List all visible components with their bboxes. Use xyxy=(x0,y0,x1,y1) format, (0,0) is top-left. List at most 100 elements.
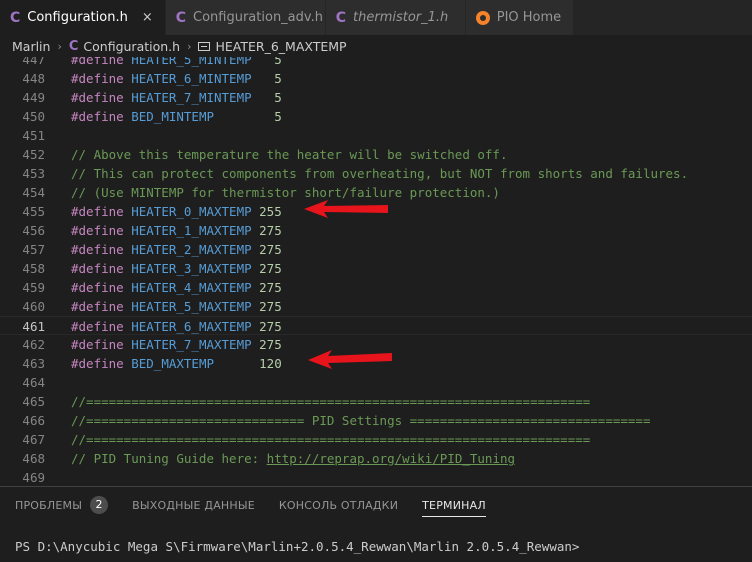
panel-tab-label: ТЕРМИНАЛ xyxy=(422,498,486,512)
breadcrumb-folder[interactable]: Marlin xyxy=(12,39,50,54)
code-token: HEATER_0_MAXTEMP xyxy=(123,204,252,219)
code-token: #define xyxy=(71,71,124,86)
panel-tab-3[interactable]: ТЕРМИНАЛ xyxy=(422,487,486,523)
code-line[interactable]: 458 #define HEATER_3_MAXTEMP 275 xyxy=(0,259,752,278)
code-line[interactable]: 452 // Above this temperature the heater … xyxy=(0,145,752,164)
tab-1[interactable]: C Configuration_adv.h xyxy=(165,0,326,35)
code-line[interactable]: 457 #define HEATER_2_MAXTEMP 275 xyxy=(0,240,752,259)
line-number: 467 xyxy=(22,432,45,447)
tab-3[interactable]: PIO Home xyxy=(465,0,575,35)
code-token: #define xyxy=(71,223,124,238)
tab-label: Configuration.h xyxy=(27,10,128,25)
code-token: //======================================… xyxy=(71,432,591,447)
c-file-icon: C xyxy=(68,38,79,54)
code-token: // This can protect components from over… xyxy=(71,166,689,181)
code-token: #define xyxy=(71,242,124,257)
line-number: 449 xyxy=(22,90,45,105)
code-token: BED_MINTEMP xyxy=(123,109,214,124)
code-token: HEATER_4_MAXTEMP xyxy=(123,280,252,295)
line-number: 455 xyxy=(22,204,45,219)
code-token: //============================= PID Sett… xyxy=(71,413,651,428)
code-text: //============================= PID Sett… xyxy=(71,411,650,430)
code-token: BED_MAXTEMP xyxy=(123,356,214,371)
code-token: #define xyxy=(71,204,124,219)
tab-label: Configuration_adv.h xyxy=(193,10,323,25)
code-editor[interactable]: 469 468 // PID Tuning Guide here: http://r… xyxy=(0,57,752,486)
code-token: 275 xyxy=(251,319,282,334)
c-file-icon: C xyxy=(10,9,21,26)
code-line[interactable]: 461 #define HEATER_6_MAXTEMP 275 xyxy=(0,316,752,335)
code-token: HEATER_5_MINTEMP xyxy=(123,57,252,67)
code-token: // (Use MINTEMP for thermistor short/fai… xyxy=(71,185,500,200)
line-number: 468 xyxy=(22,451,45,466)
code-token: 5 xyxy=(214,109,282,124)
code-token: HEATER_1_MAXTEMP xyxy=(123,223,252,238)
code-link[interactable]: http://reprap.org/wiki/PID_Tuning xyxy=(267,451,515,466)
code-line[interactable]: 449 #define HEATER_7_MINTEMP 5 xyxy=(0,88,752,107)
code-line[interactable]: 453 // This can protect components from o… xyxy=(0,164,752,183)
line-number: 463 xyxy=(22,356,45,371)
code-line[interactable]: 456 #define HEATER_1_MAXTEMP 275 xyxy=(0,221,752,240)
code-line[interactable]: 450 #define BED_MINTEMP 5 xyxy=(0,107,752,126)
code-token: 275 xyxy=(251,261,282,276)
code-text: #define BED_MINTEMP 5 xyxy=(71,107,282,126)
tab-2[interactable]: Cthermistor_1.h xyxy=(325,0,466,35)
code-line[interactable]: 468 // PID Tuning Guide here: http://repr… xyxy=(0,449,752,468)
platformio-icon xyxy=(475,10,490,25)
code-token: //======================================… xyxy=(71,394,591,409)
bottom-panel: ПРОБЛЕМЫ 2 ВЫХОДНЫЕ ДАННЫЕ КОНСОЛЬ ОТЛАДКИ Т… xyxy=(0,486,752,562)
breadcrumb-symbol[interactable]: HEATER_6_MAXTEMP xyxy=(215,39,346,54)
panel-tab-label: ПРОБЛЕМЫ xyxy=(15,498,83,512)
panel-tab-bar: ПРОБЛЕМЫ 2 ВЫХОДНЫЕ ДАННЫЕ КОНСОЛЬ ОТЛАДКИ Т… xyxy=(0,487,510,523)
code-line[interactable]: 469 xyxy=(0,468,752,486)
code-line[interactable]: 459 #define HEATER_4_MAXTEMP 275 xyxy=(0,278,752,297)
code-text: #define HEATER_0_MAXTEMP 255 xyxy=(71,202,282,221)
code-token: 120 xyxy=(214,356,282,371)
code-text: #define HEATER_7_MINTEMP 5 xyxy=(71,88,282,107)
code-line[interactable]: 448 #define HEATER_6_MINTEMP 5 xyxy=(0,69,752,88)
code-token: 5 xyxy=(251,90,282,105)
panel-tab-label: КОНСОЛЬ ОТЛАДКИ xyxy=(278,498,399,512)
panel-tab-1[interactable]: ВЫХОДНЫЕ ДАННЫЕ xyxy=(132,487,255,523)
line-number: 462 xyxy=(22,337,45,352)
panel-tab-2[interactable]: КОНСОЛЬ ОТЛАДКИ xyxy=(279,487,398,523)
code-token: 275 xyxy=(251,337,282,352)
code-line[interactable]: 464 xyxy=(0,373,752,392)
code-line[interactable]: 451 xyxy=(0,126,752,145)
tab-0[interactable]: C Configuration.h × xyxy=(0,0,166,35)
code-text: #define HEATER_5_MINTEMP 5 xyxy=(71,57,282,69)
code-text: //======================================… xyxy=(71,392,590,411)
code-text: #define HEATER_6_MINTEMP 5 xyxy=(71,69,282,88)
line-number: 453 xyxy=(22,166,45,181)
line-number: 454 xyxy=(22,185,45,200)
line-number: 456 xyxy=(22,223,45,238)
code-text: #define HEATER_6_MAXTEMP 275 xyxy=(71,317,282,336)
code-token: #define xyxy=(71,299,124,314)
code-token: HEATER_2_MAXTEMP xyxy=(123,242,252,257)
line-number: 457 xyxy=(22,242,45,257)
code-line[interactable]: 460 #define HEATER_5_MAXTEMP 275 xyxy=(0,297,752,316)
breadcrumb-file[interactable]: Configuration.h xyxy=(83,39,180,54)
code-line[interactable]: 465 //===================================… xyxy=(0,392,752,411)
panel-tab-0[interactable]: ПРОБЛЕМЫ 2 xyxy=(15,487,109,523)
code-text: #define HEATER_3_MAXTEMP 275 xyxy=(71,259,282,278)
code-token: 255 xyxy=(251,204,282,219)
code-token: #define xyxy=(71,57,124,67)
c-file-icon: C xyxy=(175,9,187,26)
code-token: HEATER_7_MINTEMP xyxy=(123,90,252,105)
line-number: 450 xyxy=(22,109,45,124)
terminal-prompt[interactable]: PS D:\Anycubic Mega S\Firmware\Marlin+2.… xyxy=(15,539,579,554)
symbol-constant-icon xyxy=(198,41,211,51)
code-text: #define HEATER_5_MAXTEMP 275 xyxy=(71,297,282,316)
chevron-right-icon: › xyxy=(57,39,62,53)
code-line[interactable]: 466 //============================= PID S… xyxy=(0,411,752,430)
code-line[interactable]: 467 //===================================… xyxy=(0,430,752,449)
close-icon[interactable]: × xyxy=(142,10,153,25)
line-number: 464 xyxy=(22,375,45,390)
tab-label: PIO Home xyxy=(496,10,562,25)
code-text: #define HEATER_7_MAXTEMP 275 xyxy=(71,335,282,354)
code-line[interactable]: 447 #define HEATER_5_MINTEMP 5 xyxy=(0,57,752,69)
tab-label: thermistor_1.h xyxy=(353,10,449,25)
code-token: #define xyxy=(71,261,124,276)
code-token: 275 xyxy=(251,242,282,257)
